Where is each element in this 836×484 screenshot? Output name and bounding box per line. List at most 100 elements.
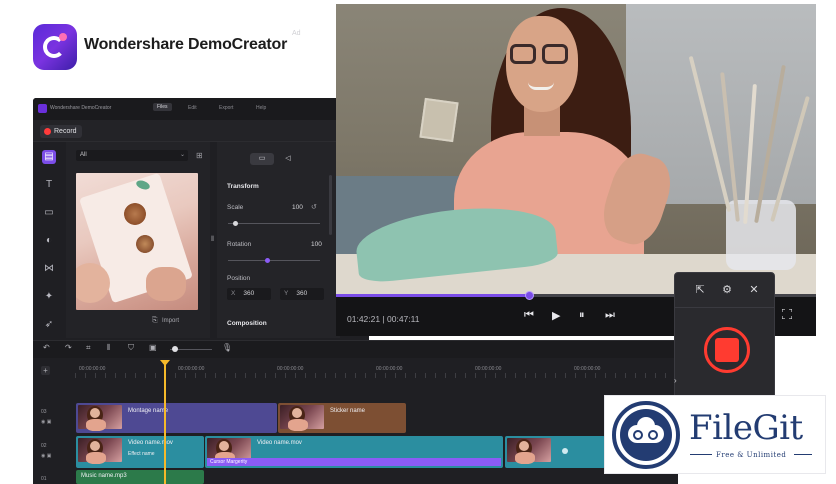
app-logo-icon (38, 104, 47, 113)
transition-icon[interactable]: ⋈ (42, 262, 56, 276)
x-axis-label: X (231, 290, 236, 297)
panel-collapse-handle[interactable]: ⦀ (211, 236, 214, 244)
app-title: Wondershare DemoCreator (50, 105, 112, 111)
y-value: 360 (296, 290, 308, 297)
track-eye-lock-icon[interactable]: ◉ ▣ (41, 453, 51, 459)
pause-icon[interactable]: ⏸ (579, 309, 585, 322)
gear-icon[interactable]: ⚙ (721, 284, 733, 296)
split-icon[interactable]: ⫴ (107, 343, 110, 353)
video-clip-2[interactable]: Video name.mov Cursor Margerity (205, 436, 503, 468)
fullscreen-icon[interactable] (782, 309, 792, 319)
media-thumbnail[interactable] (76, 173, 198, 310)
position-label: Position (227, 275, 251, 282)
audio-tab-icon[interactable]: ◁ (276, 153, 300, 165)
sticker-clip[interactable]: Sticker name (278, 403, 406, 433)
track-number: 01 (41, 476, 47, 482)
cursor-effect-bar[interactable]: Cursor Margerity (207, 458, 501, 466)
start-recording-button[interactable] (704, 327, 750, 373)
crop-icon[interactable]: ⌗ (86, 343, 91, 353)
caption-icon[interactable]: ▭ (42, 206, 56, 220)
rotation-label: Rotation (227, 241, 252, 248)
menu-export[interactable]: Export (219, 105, 233, 111)
transform-heading: Transform (227, 183, 259, 190)
add-button-label[interactable]: Ad (292, 30, 301, 37)
ruler-label: 00:00:00:00 (475, 366, 502, 372)
menu-help[interactable]: Help (256, 105, 266, 111)
record-bar: Record (33, 120, 369, 142)
title-bar: Wondershare DemoCreator Files Edit Expor… (33, 98, 369, 120)
microphone-icon[interactable]: 🎙 (222, 343, 232, 352)
sticker-icon[interactable]: ◐ (42, 234, 56, 248)
montage-clip-label: Montage name (128, 408, 169, 414)
properties-panel (217, 142, 340, 338)
close-icon[interactable]: ✕ (748, 284, 760, 296)
progress-fill (336, 294, 528, 297)
scale-value[interactable]: 100 (292, 204, 303, 211)
previous-frame-icon[interactable]: ⏮ (524, 309, 534, 322)
scale-slider-knob[interactable] (233, 221, 238, 226)
playback-time: 01:42:21 | 00:47:11 (347, 314, 420, 324)
menu-edit[interactable]: Edit (188, 105, 197, 111)
chevron-down-icon: ⌄ (179, 152, 185, 158)
track-number: 03 (41, 409, 47, 415)
video-clip-3[interactable] (505, 436, 605, 468)
external-window-icon[interactable]: ⇱ (694, 284, 706, 296)
text-icon[interactable]: T (42, 178, 56, 192)
grid-view-icon[interactable]: ⊞ (196, 151, 203, 160)
record-dot-icon (44, 128, 51, 135)
stage: Wondershare DemoCreator Wondershare Demo… (0, 0, 836, 484)
properties-scrollbar[interactable] (329, 175, 332, 235)
zoom-slider-knob[interactable] (172, 346, 178, 352)
effects-wand-icon[interactable]: ✦ (42, 290, 56, 304)
democreator-logo (33, 24, 77, 70)
video-clip-2-label: Video name.mov (257, 440, 302, 446)
record-label: Record (54, 128, 77, 135)
watermark-subtitle: Free & Unlimited (716, 451, 787, 459)
ruler-label: 00:00:00:00 (178, 366, 205, 372)
ruler-label: 00:00:00:00 (277, 366, 304, 372)
recorder-divider (674, 307, 775, 308)
track-eye-lock-icon[interactable]: ◉ ▣ (41, 419, 51, 425)
cloud-icon (628, 417, 664, 443)
scale-slider[interactable] (228, 223, 320, 224)
video-tab-icon[interactable]: ▭ (250, 153, 274, 165)
music-clip[interactable]: Music name.mp3 (76, 470, 204, 484)
progress-knob[interactable] (525, 291, 534, 300)
record-button[interactable]: Record (40, 125, 82, 138)
position-y-field[interactable]: Y 360 (280, 288, 324, 300)
scale-label: Scale (227, 204, 244, 211)
video-clip-1-label: Video name.mov (128, 440, 173, 446)
menu-files[interactable]: Files (153, 103, 172, 111)
ruler-label: 00:00:00:00 (79, 366, 106, 372)
undo-icon[interactable]: ↶ (43, 343, 50, 352)
y-axis-label: Y (284, 290, 289, 297)
watermark-title: FileGit (689, 408, 803, 448)
import-button[interactable]: Import (162, 318, 179, 324)
montage-clip[interactable]: Montage name (76, 403, 277, 433)
fit-icon[interactable]: ▣ (149, 343, 157, 352)
rotation-slider[interactable] (228, 260, 320, 261)
filter-selected-value: All (80, 152, 87, 158)
reset-icon[interactable]: ↺ (311, 203, 317, 211)
composition-heading: Composition (227, 320, 267, 327)
chevron-right-icon[interactable]: › (674, 376, 677, 385)
position-x-field[interactable]: X 360 (227, 288, 271, 300)
playhead[interactable] (164, 362, 166, 484)
next-frame-icon[interactable]: ⏭ (605, 309, 615, 322)
add-track-button[interactable]: + (41, 366, 50, 375)
video-preview (336, 4, 816, 296)
media-filter-select[interactable]: All ⌄ (76, 150, 188, 161)
video-clip-1[interactable]: Video name.mov Effect name (76, 436, 204, 468)
annotation-pin-icon[interactable]: ➶ (42, 318, 56, 332)
music-clip-label: Music name.mp3 (81, 473, 127, 479)
play-icon[interactable]: ▶ (552, 309, 560, 322)
ruler-label: 00:00:00:00 (574, 366, 601, 372)
keyframe-dot[interactable] (562, 448, 568, 454)
ruler-label: 00:00:00:00 (376, 366, 403, 372)
rotation-slider-knob[interactable] (265, 258, 270, 263)
marker-icon[interactable]: ⛉ (128, 343, 134, 353)
redo-icon[interactable]: ↷ (65, 343, 72, 352)
rotation-value[interactable]: 100 (311, 241, 322, 248)
sticker-clip-label: Sticker name (330, 408, 366, 414)
media-files-icon[interactable]: ▤ (42, 150, 56, 164)
